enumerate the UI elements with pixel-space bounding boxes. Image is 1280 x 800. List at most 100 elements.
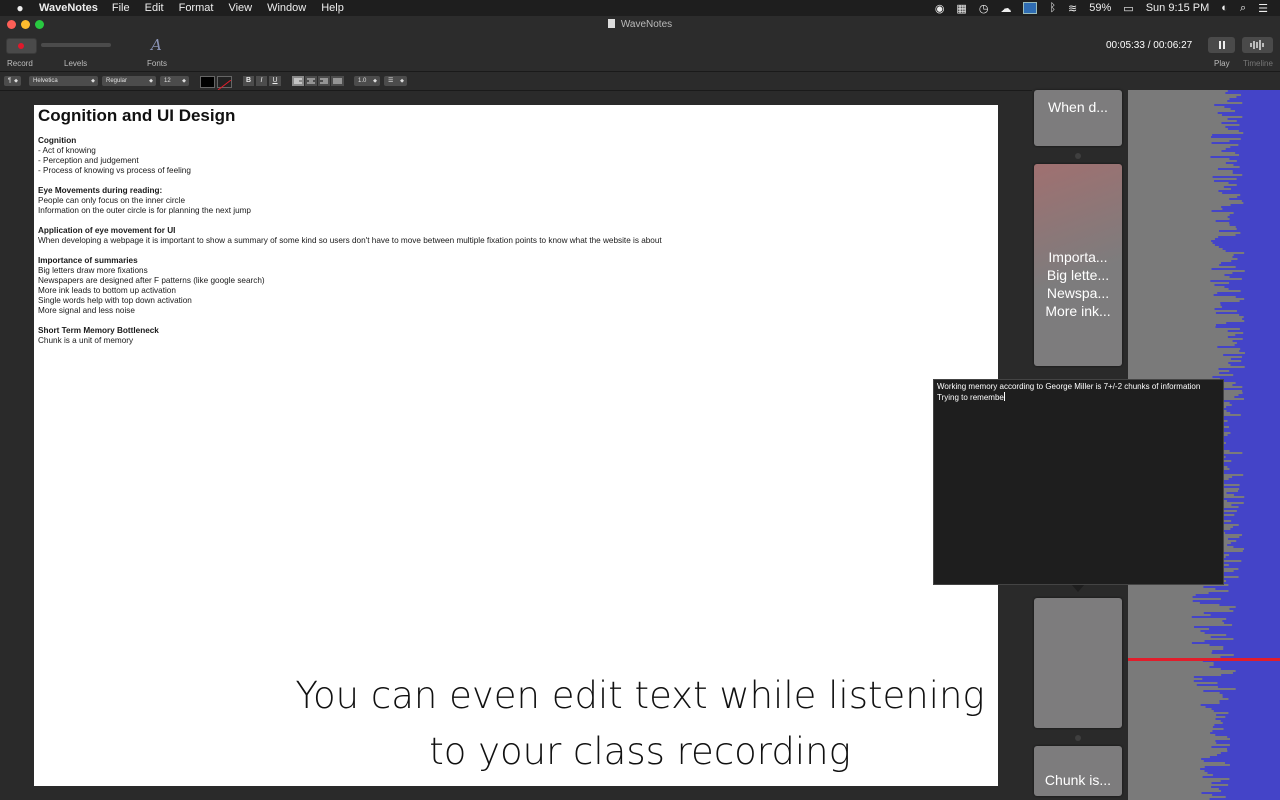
waveform-bar <box>1242 318 1280 320</box>
note-line: Newspapers are designed after F patterns… <box>38 276 265 285</box>
waveform-bar <box>1238 130 1280 132</box>
waveform-bar <box>1211 240 1280 242</box>
align-right-button[interactable] <box>318 76 330 86</box>
waveform-bar <box>1225 126 1280 128</box>
menu-file[interactable]: File <box>112 2 130 14</box>
note-line: When developing a webpage it is importan… <box>38 236 662 245</box>
line-spacing-select[interactable]: 1.0 <box>354 76 380 86</box>
waveform-bar <box>1243 332 1280 334</box>
waveform-bar <box>1239 166 1280 168</box>
popover-line-2[interactable]: Trying to remembe <box>937 392 1220 403</box>
waveform-bar <box>1226 406 1280 408</box>
waveform-bar <box>1217 464 1280 466</box>
menu-edit[interactable]: Edit <box>145 2 164 14</box>
waveform-bar <box>1217 292 1280 294</box>
menu-window[interactable]: Window <box>267 2 306 14</box>
waveform-bar <box>1212 726 1280 728</box>
waveform-bar <box>1229 744 1280 746</box>
paragraph-style-select[interactable]: ¶ <box>4 76 21 86</box>
playhead-line[interactable] <box>1128 658 1280 661</box>
waveform-bar <box>1235 334 1280 336</box>
waveform-bar <box>1202 678 1280 680</box>
bluetooth-icon[interactable]: ᛒ <box>1049 2 1056 14</box>
summary-card[interactable]: Chunk is... <box>1034 746 1122 796</box>
waveform-bar <box>1221 790 1280 792</box>
record-status-icon[interactable]: ◉ <box>935 2 945 15</box>
clock[interactable]: Sun 9:15 PM <box>1146 2 1210 14</box>
battery-icon[interactable]: ▭ <box>1123 2 1133 15</box>
waveform-bar <box>1222 380 1280 382</box>
waveform-bar <box>1235 234 1280 236</box>
waveform-bar <box>1242 116 1280 118</box>
waveform-bar <box>1226 500 1280 502</box>
timeline-button[interactable] <box>1242 37 1273 53</box>
record-button[interactable] <box>6 38 37 54</box>
menu-help[interactable]: Help <box>321 2 344 14</box>
align-left-button[interactable] <box>292 76 304 86</box>
list-icon[interactable]: ☰ <box>1258 2 1268 15</box>
search-icon[interactable]: ⌕ <box>1240 2 1246 15</box>
waveform-bar <box>1208 592 1280 594</box>
waveform-bar <box>1244 252 1280 254</box>
display-icon[interactable] <box>1023 2 1038 14</box>
highlight-color-swatch[interactable] <box>217 76 232 91</box>
waveform-bar <box>1215 312 1280 314</box>
record-dot-icon <box>18 43 24 49</box>
waveform-bar <box>1228 288 1280 290</box>
wifi-icon[interactable]: ≋ <box>1068 2 1077 15</box>
waveform-bar <box>1235 110 1280 112</box>
menu-view[interactable]: View <box>228 2 252 14</box>
waveform-bar <box>1241 560 1280 562</box>
menu-format[interactable]: Format <box>179 2 214 14</box>
waveform-bar <box>1204 766 1280 768</box>
time-machine-icon[interactable]: ◷ <box>979 2 989 15</box>
waveform-bar <box>1221 206 1280 208</box>
waveform-bar <box>1229 554 1280 556</box>
pause-button[interactable] <box>1208 37 1235 53</box>
font-size-select[interactable]: 12 <box>160 76 189 86</box>
waveform-bar <box>1228 698 1280 700</box>
battery-percent[interactable]: 59% <box>1089 2 1111 14</box>
summary-card[interactable]: When d... <box>1034 90 1122 146</box>
bold-button[interactable]: B <box>243 76 254 86</box>
font-style-select[interactable]: Regular <box>102 76 156 86</box>
italic-button[interactable]: I <box>256 76 267 86</box>
waveform-bar <box>1220 668 1280 670</box>
justify-button[interactable] <box>331 76 344 86</box>
waveform-bar <box>1218 368 1280 370</box>
waveform-bar <box>1211 746 1280 748</box>
note-popover[interactable]: Working memory according to George Mille… <box>933 379 1224 585</box>
waveform-bar <box>1224 762 1280 764</box>
cloud-icon[interactable]: ☁ <box>1000 2 1011 15</box>
waveform-bar <box>1222 620 1280 622</box>
waveform-bar <box>1230 542 1280 544</box>
waveform-bar <box>1212 376 1280 378</box>
fonts-icon[interactable]: A <box>151 36 162 54</box>
waveform-bar <box>1223 400 1280 402</box>
waveform-bar <box>1232 172 1280 174</box>
underline-button[interactable]: U <box>269 76 281 86</box>
waveform-bar <box>1215 718 1280 720</box>
waveform-bar <box>1243 316 1280 318</box>
waveform-bar <box>1232 624 1280 626</box>
grid-icon[interactable]: ▦ <box>956 2 966 15</box>
waveform-bar <box>1220 304 1280 306</box>
font-family-select[interactable]: Helvetica <box>29 76 98 86</box>
summary-card[interactable] <box>1034 598 1122 728</box>
waveform-bar <box>1241 278 1280 280</box>
waveform-bar <box>1211 268 1280 270</box>
text-color-swatch[interactable] <box>200 76 215 88</box>
align-center-button[interactable] <box>305 76 317 86</box>
note-line: Chunk is a unit of memory <box>38 336 134 345</box>
waveform-bar <box>1214 284 1280 286</box>
waveform-bar <box>1211 136 1280 138</box>
time-current: 00:05:33 <box>1106 40 1145 51</box>
list-style-select[interactable]: ☰ <box>384 76 407 86</box>
apple-icon[interactable]: ● <box>13 1 27 15</box>
menu-app-name[interactable]: WaveNotes <box>39 2 98 14</box>
summary-card[interactable]: Importa... Big lette... Newspa... More i… <box>1034 164 1122 366</box>
waveform-bar <box>1204 632 1280 634</box>
siri-icon[interactable]: ◐ <box>1221 2 1228 14</box>
waveform-bar <box>1236 540 1280 542</box>
caption-overlay: You can even edit text while listening t… <box>240 668 1040 780</box>
